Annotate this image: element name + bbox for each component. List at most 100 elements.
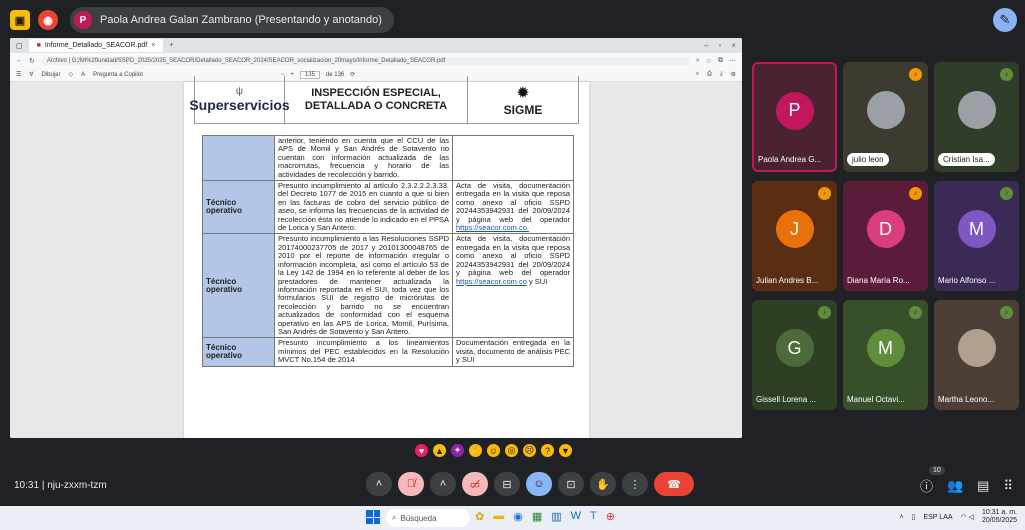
end-call-button[interactable]: ☎ bbox=[654, 472, 694, 496]
sheets-icon[interactable]: ▦ bbox=[532, 510, 542, 523]
teams-icon[interactable]: T bbox=[590, 510, 597, 523]
presenter-label: Paola Andrea Galan Zambrano (Presentando… bbox=[100, 14, 382, 26]
participant-photo bbox=[957, 91, 996, 130]
participant-tile[interactable]: M ♪ Manuel Octavi... bbox=[843, 300, 928, 410]
browser-menu-icon[interactable]: ▢ bbox=[16, 42, 23, 50]
row-description: Presunto incumplimiento a las Resolucion… bbox=[274, 233, 453, 339]
info-icon[interactable]: ⓘ bbox=[920, 476, 933, 495]
participant-tile[interactable]: P Paola Andrea G... bbox=[752, 62, 837, 172]
mic-status-icon: ♪ bbox=[1000, 187, 1013, 200]
party-reaction-icon[interactable]: ✦ bbox=[451, 444, 464, 457]
chat-icon[interactable]: ▤ bbox=[977, 478, 989, 494]
participant-avatar: M bbox=[957, 210, 996, 249]
maximize-icon[interactable]: ▫ bbox=[718, 41, 721, 50]
close-window-icon[interactable]: × bbox=[731, 41, 736, 50]
browser-tab[interactable]: ■ Informe_Detallado_SEACOR.pdf × bbox=[28, 39, 164, 52]
file-explorer-icon[interactable]: ▬ bbox=[493, 510, 504, 523]
battery-icon[interactable]: ▯ bbox=[912, 513, 916, 521]
extensions-icon[interactable]: ⧉ bbox=[718, 57, 723, 65]
taskbar-clock[interactable]: 10:31 a. m. 20/05/2025 bbox=[982, 509, 1017, 525]
contents-icon[interactable]: ☰ bbox=[16, 71, 21, 78]
people-icon[interactable]: 👥 bbox=[947, 478, 963, 494]
zoom-icon[interactable]: ⌕ bbox=[696, 57, 700, 65]
raise-hand-button[interactable]: ✋ bbox=[590, 472, 616, 496]
tray-chevron-icon[interactable]: ˄ bbox=[900, 514, 904, 521]
participant-tile[interactable]: J ♪ Julian Andres B... bbox=[752, 181, 837, 291]
erase-icon[interactable]: ◇ bbox=[69, 71, 74, 78]
language-indicator[interactable]: ESP LAA bbox=[923, 514, 952, 521]
operator-link[interactable]: https://seacor.com.co bbox=[456, 277, 527, 286]
laugh-reaction-icon[interactable]: ☺ bbox=[487, 444, 500, 457]
thumbs-down-reaction-icon[interactable]: ▼ bbox=[559, 444, 572, 457]
thumbs-up-reaction-icon[interactable]: ▲ bbox=[433, 444, 446, 457]
wifi-volume-icon[interactable]: ◠ ◁ bbox=[961, 513, 974, 521]
participant-tile[interactable]: ♪ Martha Leono... bbox=[934, 300, 1019, 410]
audio-options-chevron-icon[interactable]: ˄ bbox=[366, 472, 392, 496]
windows-start-icon[interactable] bbox=[366, 510, 380, 524]
mic-status-icon: ♪ bbox=[818, 306, 831, 319]
search-icon[interactable]: ⌕ bbox=[696, 71, 699, 78]
favorite-star-icon[interactable]: ☆ bbox=[706, 57, 712, 65]
present-icon[interactable]: ▣ bbox=[10, 10, 30, 30]
camera-off-button[interactable]: ▭̸ bbox=[462, 472, 488, 496]
mic-off-button[interactable]: 🎙̸ bbox=[398, 472, 424, 496]
highlight-icon[interactable]: ∀ bbox=[29, 71, 33, 78]
sad-reaction-icon[interactable]: ☹ bbox=[523, 444, 536, 457]
read-aloud-icon[interactable]: A bbox=[81, 72, 85, 78]
clap-reaction-icon[interactable]: ✋ bbox=[469, 444, 482, 457]
browser-address-row: ← ↻ Archivo | G:/Mi%20unidad/SSPD_2025/2… bbox=[10, 53, 742, 68]
participant-tile[interactable]: ♪ julio leon bbox=[843, 62, 928, 172]
participant-tile[interactable]: D ♪ Diana María Ro... bbox=[843, 181, 928, 291]
chrome-icon[interactable]: ◉ bbox=[513, 510, 523, 523]
close-icon[interactable]: × bbox=[151, 42, 155, 49]
reload-icon[interactable]: ↻ bbox=[29, 57, 35, 65]
video-options-chevron-icon[interactable]: ˄ bbox=[430, 472, 456, 496]
presenter-chip[interactable]: P Paola Andrea Galan Zambrano (Presentan… bbox=[70, 7, 394, 33]
address-bar[interactable]: Archivo | G:/Mi%20unidad/SSPD_2025/2025_… bbox=[40, 56, 690, 65]
participant-tile[interactable]: ♪ Cristian Isa... bbox=[934, 62, 1019, 172]
emoji-button[interactable]: ☺ bbox=[526, 472, 552, 496]
captions-button[interactable]: ⊟ bbox=[494, 472, 520, 496]
more-icon[interactable]: ⋯ bbox=[729, 57, 736, 65]
app-icon[interactable]: ⊕ bbox=[606, 510, 615, 523]
row-evidence-cell: Acta de visita, documentación entregada … bbox=[452, 233, 574, 339]
settings-gear-icon[interactable]: ⚙ bbox=[731, 71, 736, 78]
search-icon: ⌕ bbox=[392, 513, 397, 522]
row-evidence: Acta de visita, documentación entregada … bbox=[456, 234, 570, 278]
save-icon[interactable]: ⤓ bbox=[720, 71, 723, 78]
print-icon[interactable]: ⎙ bbox=[707, 71, 712, 78]
meet-top-bar: ▣ ◉ P Paola Andrea Galan Zambrano (Prese… bbox=[0, 0, 1025, 40]
copilot-label[interactable]: Pregunta a Copilot bbox=[93, 72, 143, 78]
participant-photo bbox=[866, 91, 905, 130]
people-count-badge: 10 bbox=[929, 466, 945, 475]
thinking-reaction-icon[interactable]: ? bbox=[541, 444, 554, 457]
present-screen-button[interactable]: ⊡ bbox=[558, 472, 584, 496]
operator-link[interactable]: https://seacor.com.co. bbox=[456, 223, 529, 232]
pdf-viewport[interactable]: ψ Superservicios INSPECCIÓN ESPECIAL, DE… bbox=[10, 76, 742, 438]
activities-icon[interactable]: ⠿ bbox=[1003, 478, 1013, 494]
findings-table: anterior, teniendo en cuenta que el CCU … bbox=[202, 134, 574, 367]
surprised-reaction-icon[interactable]: ◎ bbox=[505, 444, 518, 457]
back-icon[interactable]: ← bbox=[16, 57, 23, 64]
row-evidence: Acta de visita, documentación entregada … bbox=[456, 181, 570, 224]
taskbar-search[interactable]: ⌕ Búsqueda bbox=[386, 509, 470, 527]
more-options-button[interactable]: ⋮ bbox=[622, 472, 648, 496]
row-evidence bbox=[452, 134, 574, 182]
docs-icon[interactable]: ▥ bbox=[551, 510, 561, 523]
participant-tile[interactable]: M ♪ Mario Alfonso ... bbox=[934, 181, 1019, 291]
participant-name: Martha Leono... bbox=[938, 395, 995, 404]
participant-tile[interactable]: G ♪ Gissell Lorena ... bbox=[752, 300, 837, 410]
mic-status-icon: ♪ bbox=[1000, 306, 1013, 319]
minimize-icon[interactable]: – bbox=[704, 41, 708, 50]
annotate-pen-icon[interactable]: ✎ bbox=[993, 8, 1017, 32]
logo-mark-icon: ψ bbox=[235, 86, 244, 97]
participant-name-tag: julio leon bbox=[847, 153, 889, 166]
widgets-icon[interactable]: ✿ bbox=[475, 510, 484, 523]
pdf-right-tools: ⌕ ⎙ ⤓ ⚙ bbox=[696, 71, 736, 78]
word-icon[interactable]: W bbox=[571, 510, 581, 523]
draw-label[interactable]: Dibujar bbox=[42, 72, 61, 78]
new-tab-icon[interactable]: + bbox=[169, 42, 173, 49]
recording-icon[interactable]: ◉ bbox=[38, 10, 58, 30]
heart-reaction-icon[interactable]: ♥ bbox=[415, 444, 428, 457]
clock-date: 20/05/2025 bbox=[981, 517, 1017, 524]
